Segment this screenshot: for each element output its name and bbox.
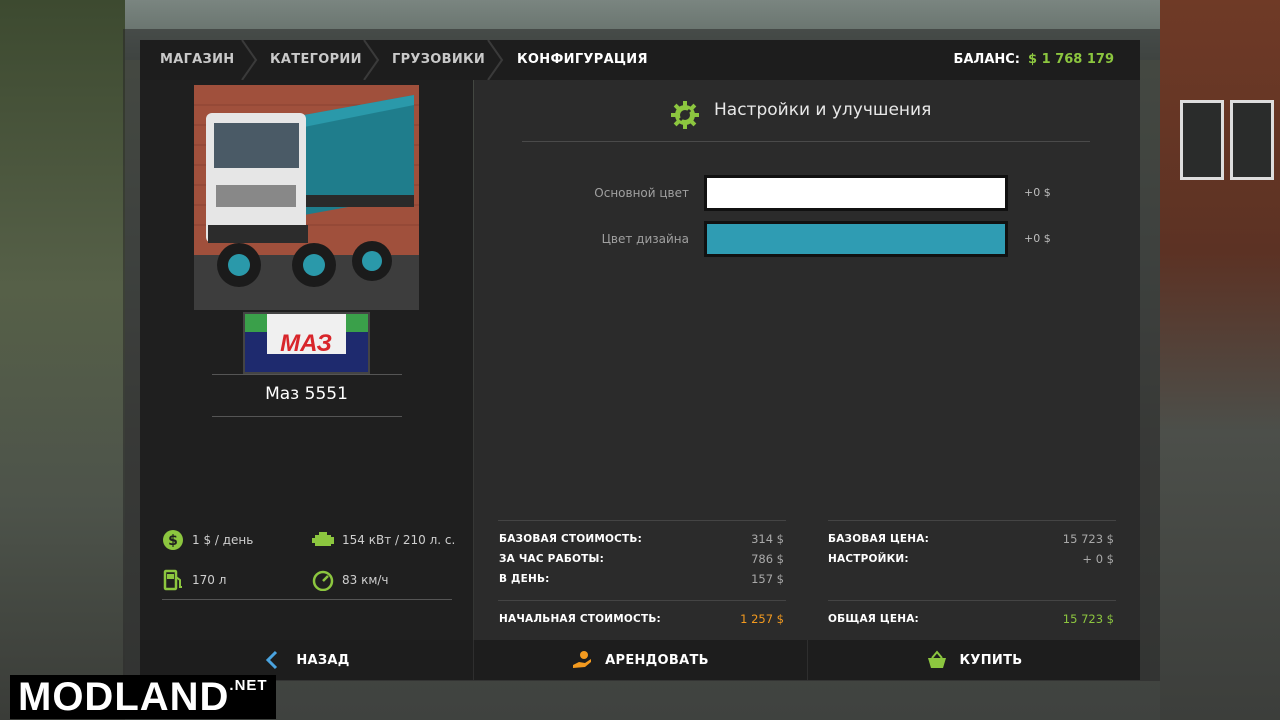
primary-color-price: +0 $: [1024, 186, 1051, 199]
breadcrumb-shop[interactable]: МАГАЗИН: [160, 40, 234, 80]
balance-label: БАЛАНС:: [953, 52, 1020, 67]
truck-picture: [194, 85, 419, 310]
buy-settings-label: НАСТРОЙКИ:: [828, 553, 909, 565]
breadcrumb-trucks[interactable]: ГРУЗОВИКИ: [392, 40, 485, 80]
background-building: [1160, 0, 1280, 720]
background-trees: [0, 0, 125, 720]
vehicle-image: [194, 85, 419, 310]
lease-button[interactable]: АРЕНДОВАТЬ: [474, 640, 806, 680]
top-bar: МАГАЗИН КАТЕГОРИИ ГРУЗОВИКИ КОНФИГУРАЦИЯ…: [140, 40, 1140, 80]
vehicle-name: Маз 5551: [265, 384, 348, 404]
lease-base-cost-value: 314 $: [751, 532, 784, 546]
svg-text:МАЗ: МАЗ: [280, 330, 332, 357]
breadcrumb-separator-icon: [487, 40, 504, 80]
lease-day-cost-label: В ДЕНЬ:: [499, 573, 550, 585]
maz-logo-icon: МАЗ: [245, 314, 368, 372]
chevron-left-icon: [266, 650, 278, 670]
design-color-price: +0 $: [1024, 232, 1051, 245]
divider: [498, 600, 786, 601]
breadcrumb-categories[interactable]: КАТЕГОРИИ: [270, 40, 362, 80]
design-color-label: Цвет дизайна: [601, 232, 689, 246]
primary-color-selector[interactable]: [704, 175, 1008, 211]
fuel-pump-icon: [163, 569, 182, 591]
lease-hour-cost-label: ЗА ЧАС РАБОТЫ:: [499, 553, 605, 565]
divider: [828, 520, 1116, 521]
primary-color-label: Основной цвет: [594, 186, 689, 200]
brand-logo: МАЗ: [243, 312, 370, 374]
bottom-action-bar: НАЗАД АРЕНДОВАТЬ КУПИТЬ: [140, 640, 1140, 680]
divider: [828, 600, 1116, 601]
divider: [498, 520, 786, 521]
breadcrumb-configuration: КОНФИГУРАЦИЯ: [517, 52, 648, 67]
divider: [162, 599, 452, 600]
svg-text:$: $: [168, 533, 178, 549]
section-title: Настройки и улучшения: [714, 100, 932, 120]
buy-total-price-value: 15 723 $: [1062, 612, 1114, 626]
lease-hour-cost-value: 786 $: [751, 552, 784, 566]
lease-initial-cost-value: 1 257 $: [740, 612, 784, 626]
back-button[interactable]: НАЗАД: [140, 640, 472, 680]
spec-speed: 83 км/ч: [312, 569, 389, 591]
buy-base-price-label: БАЗОВАЯ ЦЕНА:: [828, 533, 930, 545]
breadcrumb-separator-icon: [363, 40, 380, 80]
breadcrumb-separator-icon: [241, 40, 258, 80]
hand-money-icon: [573, 651, 592, 668]
buy-total-price-label: ОБЩАЯ ЦЕНА:: [828, 613, 919, 625]
vehicle-info-panel: МАЗ Маз 5551 $ 1 $ / день 154 кВт / 210 …: [140, 80, 473, 640]
divider: [212, 374, 402, 375]
watermark-logo: MODLAND.NET: [10, 675, 276, 719]
divider: [522, 141, 1090, 142]
spec-power: 154 кВт / 210 л. с.: [312, 529, 455, 551]
lease-day-cost-value: 157 $: [751, 572, 784, 586]
spec-fuel: 170 л: [162, 569, 226, 591]
lease-initial-cost-label: НАЧАЛЬНАЯ СТОИМОСТЬ:: [499, 613, 661, 625]
engine-icon: [312, 532, 334, 546]
settings-wrench-icon: [671, 101, 699, 129]
basket-icon: [927, 650, 946, 668]
lease-base-cost-label: БАЗОВАЯ СТОИМОСТЬ:: [499, 533, 643, 545]
buy-base-price-value: 15 723 $: [1062, 532, 1114, 546]
buy-settings-value: + 0 $: [1082, 552, 1114, 566]
spec-cost-per-day: $ 1 $ / день: [162, 529, 253, 551]
design-color-selector[interactable]: [704, 221, 1008, 257]
speedometer-icon: [312, 570, 334, 591]
divider: [212, 416, 402, 417]
money-gear-icon: $: [163, 530, 183, 550]
buy-button[interactable]: КУПИТЬ: [808, 640, 1140, 680]
configuration-panel: Настройки и улучшения Основной цвет +0 $…: [474, 80, 1140, 640]
balance-value: $ 1 768 179: [1028, 52, 1114, 67]
